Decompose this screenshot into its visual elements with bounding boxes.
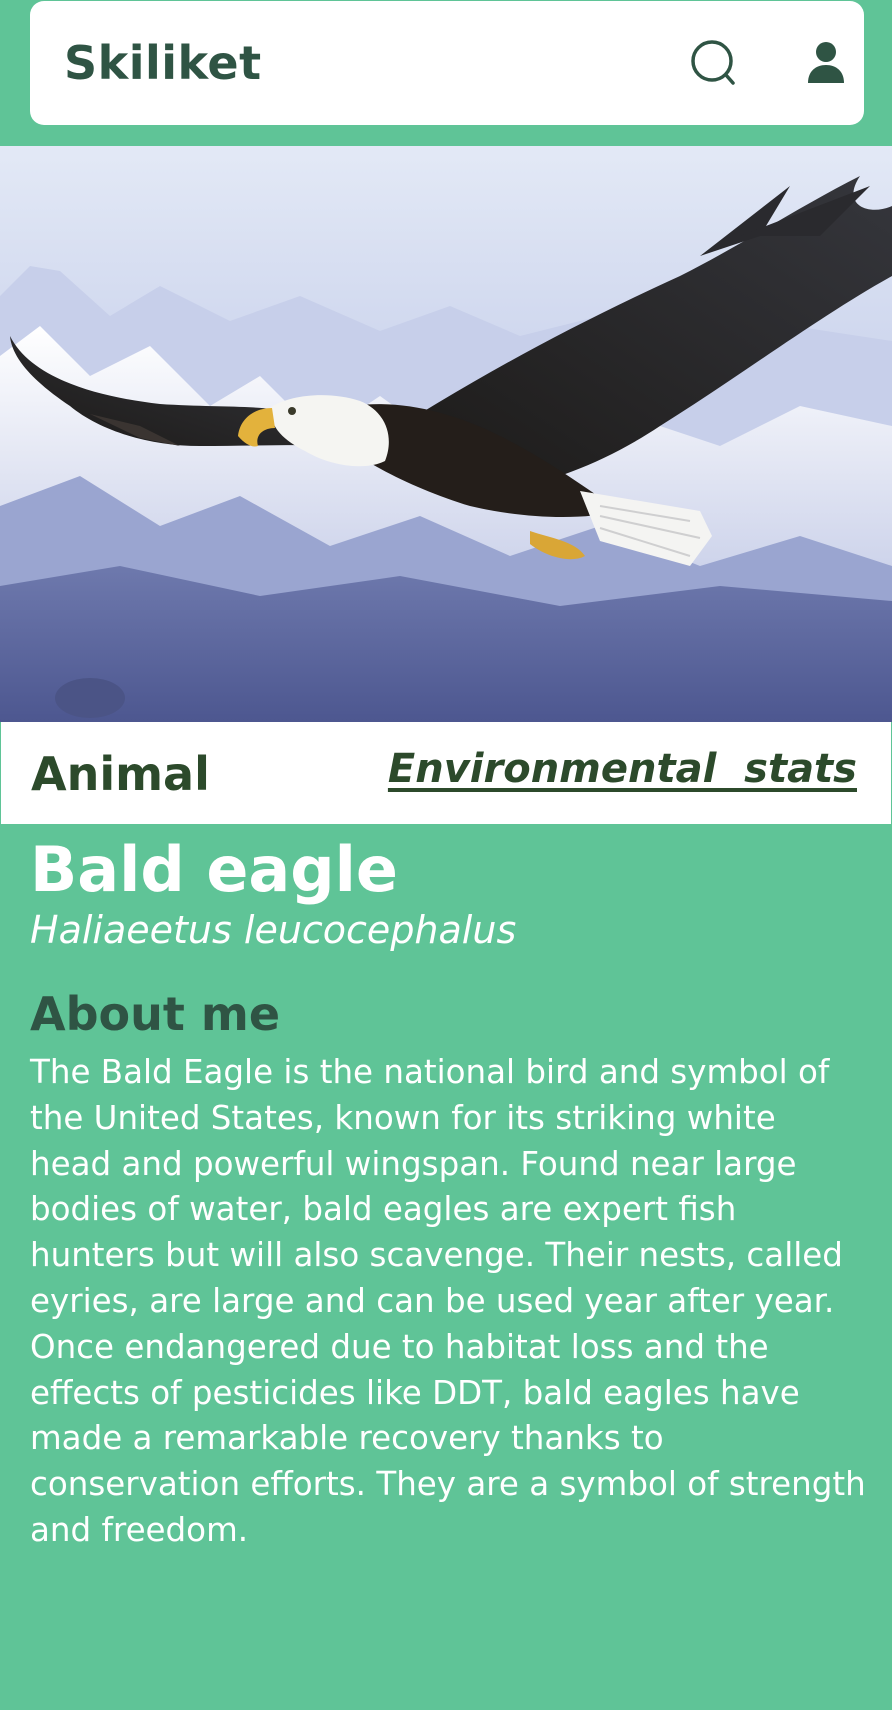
tab-animal[interactable]: Animal <box>31 746 210 802</box>
search-button[interactable] <box>684 31 744 95</box>
search-icon <box>691 40 735 85</box>
user-icon <box>808 42 844 83</box>
app-root: Skiliket Animal Environmental stats Bald… <box>0 0 892 1710</box>
hero-image <box>0 146 892 722</box>
profile-button[interactable] <box>796 31 856 95</box>
header-card: Skiliket <box>30 1 864 125</box>
animal-scientific-name: Haliaeetus leucocephalus <box>30 908 517 952</box>
tab-environmental-stats[interactable]: Environmental stats <box>388 744 857 794</box>
about-heading: About me <box>30 987 281 1041</box>
animal-common-name: Bald eagle <box>30 833 398 906</box>
header-bar: Skiliket <box>0 0 892 146</box>
about-description: The Bald Eagle is the national bird and … <box>30 1053 866 1549</box>
bald-eagle-photo <box>0 146 892 722</box>
brand-title[interactable]: Skiliket <box>64 37 262 89</box>
animal-details: Bald eagle Haliaeetus leucocephalus Abou… <box>30 834 866 1554</box>
content-tabs: Animal Environmental stats <box>0 722 892 824</box>
